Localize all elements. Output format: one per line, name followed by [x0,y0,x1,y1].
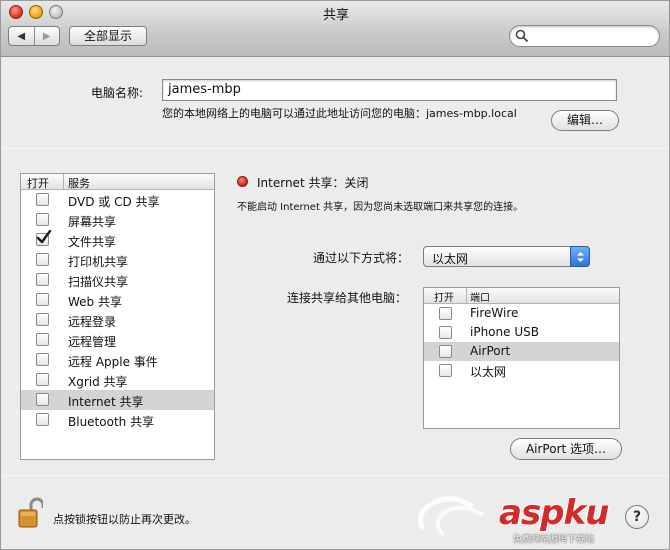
help-button[interactable]: ? [625,505,649,529]
services-list: 打开 服务 DVD 或 CD 共享 屏幕共享文件共享打印机共享扫描仪共享 Web 共… [20,173,215,460]
service-label: 屏幕共享 [68,215,117,229]
service-label: DVD 或 CD 共享 [68,195,160,209]
service-label: 远程登录 [68,315,117,329]
service-row[interactable]: DVD 或 CD 共享 [21,190,214,210]
service-row[interactable]: 打印机共享 [21,250,214,270]
port-checkbox[interactable] [439,326,452,339]
column-header-on[interactable]: 打开 [434,289,454,304]
service-status: Internet 共享：关闭 [257,176,369,190]
sharing-window: 共享 ◀ ▶ 全部显示 电脑名称: james-mbp 您的本地网络上的电脑可以… [0,0,670,550]
service-row[interactable]: 扫描仪共享 [21,270,214,290]
edit-button[interactable]: 编辑… [551,110,619,131]
port-label: FireWire [470,306,519,320]
local-address-text: 您的本地网络上的电脑可以通过此地址访问您的电脑：james-mbp.local [162,107,517,120]
share-from-popup[interactable]: 以太网 [423,246,590,267]
service-label: 远程 Apple 事件 [68,355,158,369]
service-row[interactable]: 屏幕共享 [21,210,214,230]
service-row[interactable]: Web 共享 [21,290,214,310]
search-icon [515,29,529,43]
watermark-logo-text: aspku [499,493,609,533]
service-checkbox[interactable] [36,213,49,226]
column-header-service[interactable]: 服务 [68,175,90,191]
service-checkbox[interactable] [36,393,49,406]
service-label: 远程管理 [68,335,117,349]
service-checkbox[interactable] [36,353,49,366]
port-row[interactable]: FireWire [424,304,619,323]
service-label: 打印机共享 [68,255,129,269]
share-from-value: 以太网 [432,252,469,266]
computer-name-field[interactable]: james-mbp [162,79,617,101]
port-label: 以太网 [470,365,507,379]
show-all-button[interactable]: 全部显示 [69,26,147,46]
watermark-swoosh-icon [418,496,485,537]
window-title: 共享 [322,8,349,23]
service-label: Web 共享 [68,295,122,309]
service-checkbox[interactable] [36,273,49,286]
service-row[interactable]: 文件共享 [21,230,214,250]
service-checkbox[interactable] [36,313,49,326]
port-row[interactable]: 以太网 [424,361,619,380]
titlebar: 共享 ◀ ▶ 全部显示 [1,1,669,57]
port-label: iPhone USB [470,325,539,339]
watermark-subtitle: 免费网站源码下载站 [513,535,595,545]
service-label: Bluetooth 共享 [68,415,155,429]
service-row[interactable]: 远程 Apple 事件 [21,350,214,370]
service-row[interactable]: 远程管理 [21,330,214,350]
service-checkbox[interactable] [36,253,49,266]
port-row[interactable]: iPhone USB [424,323,619,342]
service-row[interactable]: Bluetooth 共享 [21,410,214,430]
service-checkbox[interactable] [36,230,52,246]
lock-hint: 点按锁按钮以防止再次更改。 [53,513,196,526]
service-label: 文件共享 [68,235,117,249]
services-list-header: 打开 服务 [21,174,214,190]
service-checkbox[interactable] [36,373,49,386]
computer-name-label: 电脑名称: [91,86,144,100]
column-header-port[interactable]: 端口 [470,289,490,304]
service-row[interactable]: Internet 共享 [21,390,214,410]
airport-options-button[interactable]: AirPort 选项… [510,438,622,460]
port-label: AirPort [470,344,511,358]
service-checkbox[interactable] [36,193,49,206]
port-checkbox[interactable] [439,345,452,358]
service-row[interactable]: 远程登录 [21,310,214,330]
service-checkbox[interactable] [36,333,49,346]
nav-segment: ◀ ▶ [8,26,60,46]
ports-list: 打开 端口 FireWire iPhone USB AirPort 以太网 [423,287,620,429]
divider [1,148,669,149]
service-label: 扫描仪共享 [68,275,129,289]
forward-arrow-icon[interactable]: ▶ [33,27,60,45]
service-checkbox[interactable] [36,293,49,306]
port-checkbox[interactable] [439,364,452,377]
column-header-on[interactable]: 打开 [27,175,49,191]
service-description: 不能启动 Internet 共享，因为您尚未选取端口来共享您的连接。 [237,202,524,213]
service-checkbox[interactable] [36,413,49,426]
lock-icon[interactable] [17,497,45,532]
divider [1,475,669,476]
port-row[interactable]: AirPort [424,342,619,361]
port-checkbox[interactable] [439,307,452,320]
share-from-label: 通过以下方式将： [313,251,410,265]
back-arrow-icon[interactable]: ◀ [9,27,34,45]
status-indicator-icon [237,176,248,187]
share-to-label: 连接共享给其他电脑： [287,291,408,305]
ports-list-header: 打开 端口 [424,288,619,304]
service-row[interactable]: Xgrid 共享 [21,370,214,390]
search-input[interactable] [509,25,660,47]
service-label: Xgrid 共享 [68,375,128,389]
popup-arrows-icon [570,246,590,267]
service-label: Internet 共享 [68,395,144,409]
